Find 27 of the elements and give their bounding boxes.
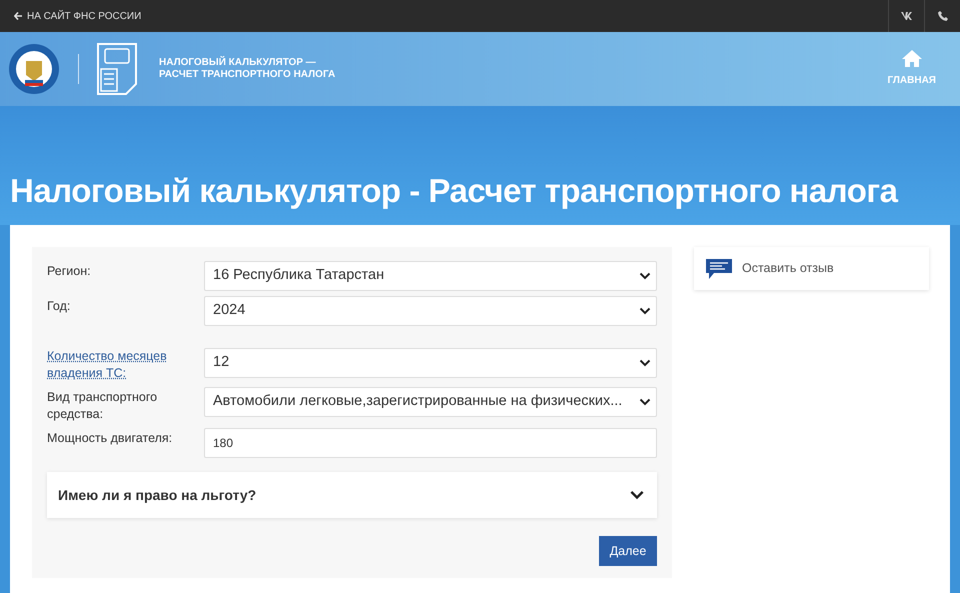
field-label: Мощность двигателя: <box>47 430 174 447</box>
header-title: РАСЧЕТ ТРАНСПОРТНОГО НАЛОГА <box>159 69 336 81</box>
select-field[interactable]: 2024 <box>204 296 657 326</box>
calculator-document-icon <box>97 43 137 95</box>
header-title: НАЛОГОВЫЙ КАЛЬКУЛЯТОР — <box>159 57 317 69</box>
field-label: Регион: <box>47 263 92 280</box>
accordion-header[interactable]: Имею ли я право на льготу? <box>47 472 657 518</box>
field-label: Вид транспортного средства: <box>47 389 158 423</box>
select-field[interactable]: Автомобили легковые,зарегистрированные на физических... <box>204 387 657 417</box>
next-button[interactable]: Далее <box>599 536 657 566</box>
chevron-down-icon <box>639 272 651 280</box>
select-field[interactable]: 16 Республика Татарстан <box>204 261 657 291</box>
arrow-left-icon <box>14 12 22 20</box>
chevron-down-icon <box>639 307 651 315</box>
select-field[interactable]: 12 <box>204 348 657 378</box>
page-title: Налоговый калькулятор - Расчет транспортного налога <box>10 171 898 211</box>
chevron-down-icon <box>639 398 651 406</box>
field-label-link[interactable]: Количество месяцев владения ТС: <box>47 348 196 382</box>
chat-bubble-icon <box>706 258 732 278</box>
chevron-down-icon <box>629 490 645 500</box>
feedback-link[interactable]: Оставить отзыв <box>694 247 929 290</box>
home-icon <box>902 50 922 67</box>
chevron-down-icon <box>639 359 651 367</box>
back-link[interactable]: НА САЙТ ФНС РОССИИ <box>14 8 142 24</box>
input-field[interactable]: 180 <box>204 428 657 458</box>
emblem-icon <box>8 43 60 95</box>
field-label: Год: <box>47 298 72 315</box>
